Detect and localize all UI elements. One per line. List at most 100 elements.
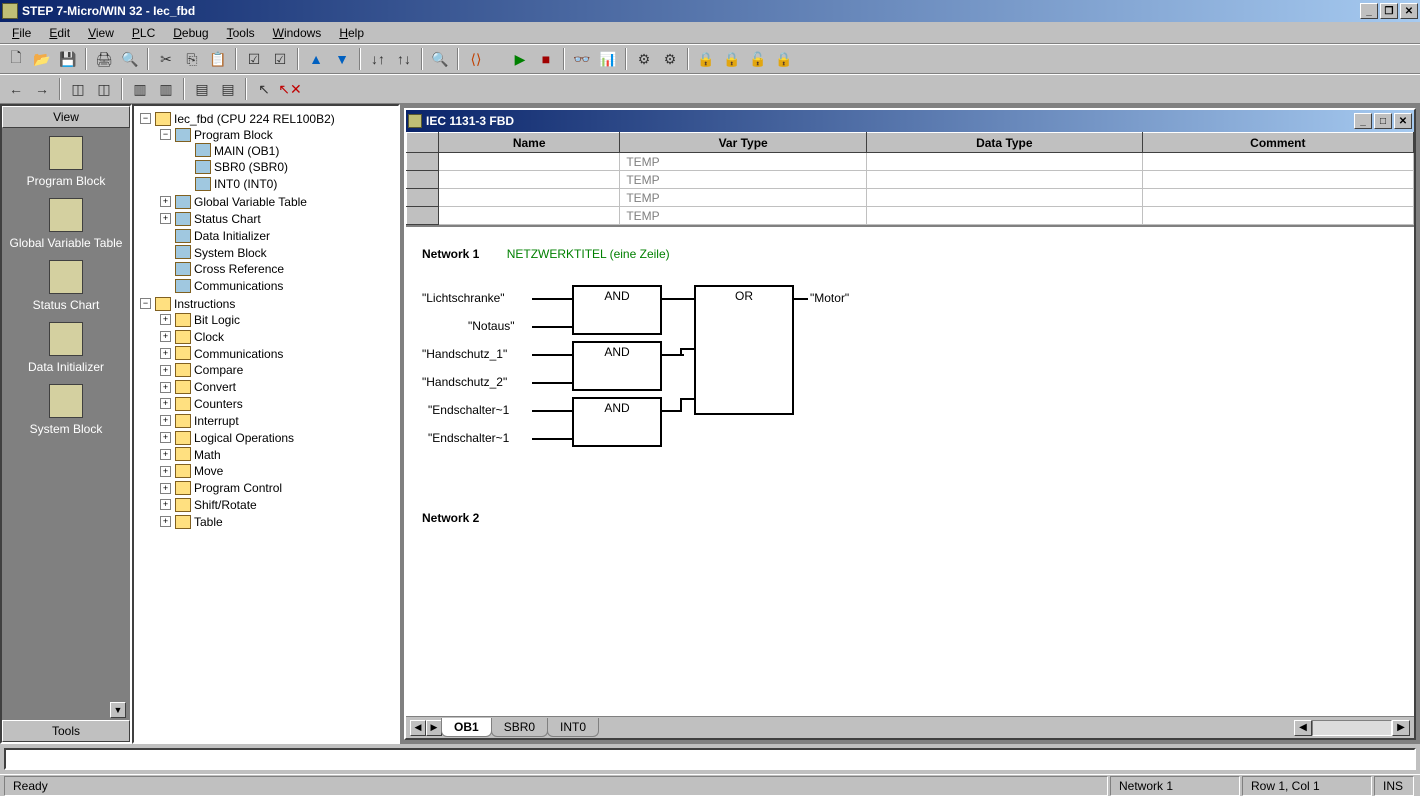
lock1-icon[interactable]: 🔒 <box>694 47 718 71</box>
expand-icon[interactable]: + <box>160 348 171 359</box>
stop-icon[interactable]: ■ <box>534 47 558 71</box>
row-header[interactable] <box>407 153 439 171</box>
tab-scroll-right-icon[interactable]: ▶ <box>426 720 442 736</box>
tree-instruction[interactable]: Program Control <box>194 481 282 495</box>
tree-instruction[interactable]: Convert <box>194 380 236 394</box>
expand-icon[interactable]: + <box>160 314 171 325</box>
tab-ob1[interactable]: OB1 <box>441 718 492 737</box>
run-icon[interactable]: ▶ <box>508 47 532 71</box>
tab-sbr0[interactable]: SBR0 <box>491 718 548 737</box>
tree-instruction[interactable]: Interrupt <box>194 414 239 428</box>
signal-handschutz2[interactable]: "Handschutz_2" <box>422 375 507 389</box>
tree-instruction[interactable]: Compare <box>194 363 243 377</box>
expand-icon[interactable]: + <box>160 483 171 494</box>
menu-file[interactable]: File <box>4 24 39 42</box>
cell-name[interactable] <box>439 207 620 225</box>
cell-vartype[interactable]: TEMP <box>620 153 867 171</box>
tree-instruction[interactable]: Shift/Rotate <box>194 498 257 512</box>
lock2-icon[interactable]: 🔒 <box>720 47 744 71</box>
and-block-2[interactable]: AND <box>572 341 662 391</box>
menu-debug[interactable]: Debug <box>165 24 216 42</box>
tree-instructions[interactable]: Instructions <box>174 297 235 311</box>
expand-icon[interactable]: + <box>160 382 171 393</box>
menu-edit[interactable]: Edit <box>41 24 78 42</box>
lock3-icon[interactable]: 🔒 <box>772 47 796 71</box>
cursor-icon[interactable]: ↖ <box>252 77 276 101</box>
unlock-icon[interactable]: 🔓 <box>746 47 770 71</box>
cell-vartype[interactable]: TEMP <box>620 189 867 207</box>
search-icon[interactable]: 🔍 <box>428 47 452 71</box>
signal-endschalter1[interactable]: "Endschalter~1 <box>428 403 509 417</box>
tree-node[interactable]: System Block <box>194 245 267 259</box>
editor-maximize-button[interactable]: □ <box>1374 113 1392 129</box>
table-header[interactable] <box>407 133 439 153</box>
sidebar-item-program-block[interactable]: Program Block <box>27 136 106 188</box>
cell-datatype[interactable] <box>866 171 1142 189</box>
hscroll-left-icon[interactable]: ◀ <box>1294 720 1312 736</box>
table-header[interactable]: Data Type <box>866 133 1142 153</box>
hscroll-track[interactable] <box>1312 720 1392 736</box>
and-block-1[interactable]: AND <box>572 285 662 335</box>
table-row[interactable]: TEMP <box>407 189 1414 207</box>
cursor-del-icon[interactable]: ↖✕ <box>278 77 302 101</box>
tree-program-block[interactable]: Program Block <box>194 128 273 142</box>
chart-icon[interactable]: 📊 <box>596 47 620 71</box>
sort-asc-icon[interactable]: ↓↑ <box>366 47 390 71</box>
row-header[interactable] <box>407 207 439 225</box>
signal-motor[interactable]: "Motor" <box>810 291 849 305</box>
tree-node[interactable]: Communications <box>194 279 283 293</box>
tree-instruction[interactable]: Communications <box>194 346 283 360</box>
menu-windows[interactable]: Windows <box>265 24 330 42</box>
expand-icon[interactable]: + <box>160 449 171 460</box>
expand-icon[interactable]: + <box>160 331 171 342</box>
signal-endschalter2[interactable]: "Endschalter~1 <box>428 431 509 445</box>
signal-handschutz1[interactable]: "Handschutz_1" <box>422 347 507 361</box>
tree-instruction[interactable]: Counters <box>194 397 243 411</box>
print-icon[interactable]: 🖨 <box>92 47 116 71</box>
expand-icon[interactable]: + <box>160 365 171 376</box>
upload-icon[interactable]: ▼ <box>330 47 354 71</box>
cell-comment[interactable] <box>1142 153 1413 171</box>
network-1-title[interactable]: NETZWERKTITEL (eine Zeile) <box>507 247 670 261</box>
fbd-canvas[interactable]: Network 1 NETZWERKTITEL (eine Zeile) "Li… <box>406 225 1414 716</box>
table-row[interactable]: TEMP <box>407 207 1414 225</box>
table-header[interactable]: Var Type <box>620 133 867 153</box>
tree-int0[interactable]: INT0 (INT0) <box>214 177 277 191</box>
signal-lichtschranke[interactable]: "Lichtschranke" <box>422 291 505 305</box>
monitor-icon[interactable]: 👓 <box>570 47 594 71</box>
cell-comment[interactable] <box>1142 189 1413 207</box>
row-header[interactable] <box>407 189 439 207</box>
hscroll-right-icon[interactable]: ▶ <box>1392 720 1410 736</box>
save-icon[interactable]: 💾 <box>56 47 80 71</box>
tree-node[interactable]: Data Initializer <box>194 229 270 243</box>
editor-minimize-button[interactable]: _ <box>1354 113 1372 129</box>
or-block[interactable]: OR <box>694 285 794 415</box>
menu-tools[interactable]: Tools <box>219 24 263 42</box>
sidebar-item-system-block[interactable]: System Block <box>30 384 103 436</box>
copy-icon[interactable]: ⎘ <box>180 47 204 71</box>
expand-icon[interactable]: + <box>160 398 171 409</box>
sidebar-item-global-variable-table[interactable]: Global Variable Table <box>10 198 123 250</box>
tab-scroll-left-icon[interactable]: ◀ <box>410 720 426 736</box>
compile-all-icon[interactable]: ☑ <box>268 47 292 71</box>
expand-icon[interactable]: + <box>160 213 171 224</box>
back-icon[interactable]: ← <box>4 77 28 101</box>
menu-view[interactable]: View <box>80 24 122 42</box>
tree-instruction[interactable]: Move <box>194 464 223 478</box>
signal-notaus[interactable]: "Notaus" <box>468 319 515 333</box>
cell-name[interactable] <box>439 171 620 189</box>
paste-icon[interactable]: 📋 <box>206 47 230 71</box>
expand-icon[interactable]: + <box>160 415 171 426</box>
sidebar-footer[interactable]: Tools <box>2 720 130 742</box>
tree-instruction[interactable]: Bit Logic <box>194 313 240 327</box>
cell-comment[interactable] <box>1142 171 1413 189</box>
expand-icon[interactable]: − <box>140 113 151 124</box>
tree-instruction[interactable]: Logical Operations <box>194 431 294 445</box>
open-icon[interactable]: 📂 <box>30 47 54 71</box>
new-icon[interactable]: 🗋 <box>4 47 28 71</box>
delete-col-icon[interactable]: ▤ <box>216 77 240 101</box>
editor-close-button[interactable]: ✕ <box>1394 113 1412 129</box>
table-row[interactable]: TEMP <box>407 171 1414 189</box>
tree-node[interactable]: Global Variable Table <box>194 195 307 209</box>
tree-instruction[interactable]: Clock <box>194 330 224 344</box>
